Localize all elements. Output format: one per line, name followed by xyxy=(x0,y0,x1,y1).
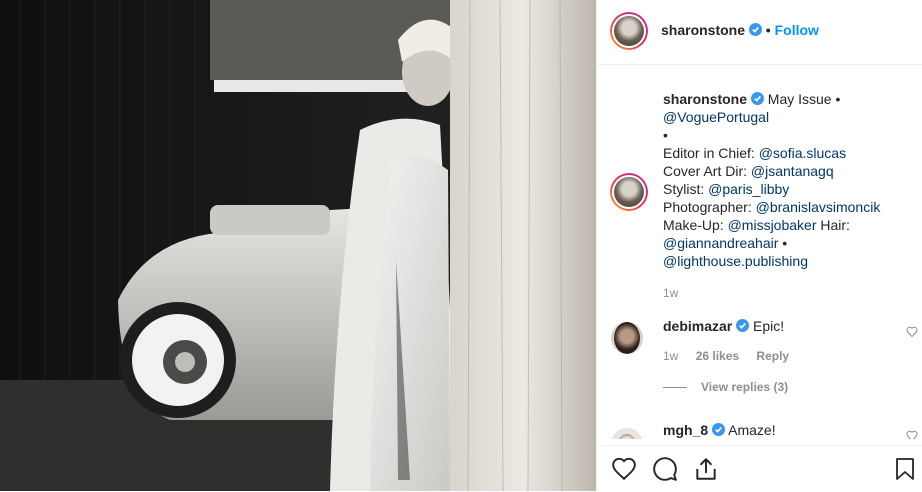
caption-text: • xyxy=(663,127,668,143)
caption-text: Cover Art Dir: xyxy=(663,163,751,179)
view-replies[interactable]: View replies (3) xyxy=(663,380,788,394)
header-text: sharonstone • Follow xyxy=(661,22,819,38)
follow-separator: • xyxy=(765,22,771,38)
caption-text: Make-Up: xyxy=(663,217,728,233)
comment-icon[interactable] xyxy=(652,456,678,482)
comment-avatar[interactable] xyxy=(611,322,643,354)
photo-illustration xyxy=(0,0,596,491)
comment-avatar[interactable] xyxy=(611,428,643,439)
caption-text: May Issue • xyxy=(767,91,841,107)
comment: mgh_8 Amaze! xyxy=(663,421,776,439)
view-replies-label[interactable]: View replies (3) xyxy=(701,380,788,394)
comment-like-icon[interactable] xyxy=(906,326,918,338)
comment-likes[interactable]: 26 likes xyxy=(696,349,739,363)
comment-text: Epic! xyxy=(753,318,785,334)
author-avatar[interactable] xyxy=(610,12,648,50)
caption-mention[interactable]: @lighthouse.publishing xyxy=(663,253,808,269)
comment: debimazar Epic! 1w 26 likes Reply xyxy=(663,317,893,365)
caption-mention[interactable]: @missjobaker xyxy=(728,217,817,233)
comment-text: Amaze! xyxy=(728,422,776,438)
caption-text: Photographer: xyxy=(663,199,756,215)
post-photo[interactable] xyxy=(0,0,596,491)
caption-mention[interactable]: @branislavsimoncik xyxy=(756,199,881,215)
verified-icon xyxy=(750,92,764,105)
caption-time[interactable]: 1w xyxy=(663,284,913,302)
caption-text: Stylist: xyxy=(663,181,709,197)
caption-mention[interactable]: @VoguePortugal xyxy=(663,109,769,125)
caption-text: Hair: xyxy=(816,217,850,233)
heart-icon[interactable] xyxy=(611,456,637,482)
share-icon[interactable] xyxy=(693,456,719,482)
reply-button[interactable]: Reply xyxy=(756,349,789,363)
comment-meta: 1w 26 likes Reply xyxy=(663,347,893,365)
caption-text: • xyxy=(778,235,788,251)
comment-username[interactable]: debimazar xyxy=(663,318,732,334)
post-header: sharonstone • Follow xyxy=(597,0,922,65)
caption-mention[interactable]: @jsantanagq xyxy=(751,163,834,179)
caption-username[interactable]: sharonstone xyxy=(663,91,747,107)
comments-list[interactable]: sharonstone May Issue • @VoguePortugal •… xyxy=(597,64,922,439)
caption-mention[interactable]: @sofia.slucas xyxy=(759,145,846,161)
comment-username[interactable]: mgh_8 xyxy=(663,422,708,438)
comment-like-icon[interactable] xyxy=(906,430,918,439)
post-sidebar: sharonstone • Follow sharonstone May Iss… xyxy=(596,0,922,491)
verified-icon xyxy=(748,23,762,36)
caption-mention[interactable]: @giannandreahair xyxy=(663,235,778,251)
caption-avatar[interactable] xyxy=(610,173,648,211)
follow-button[interactable]: Follow xyxy=(775,22,819,38)
bookmark-icon[interactable] xyxy=(893,456,917,482)
verified-icon xyxy=(736,319,750,332)
comment-time[interactable]: 1w xyxy=(663,349,678,363)
caption-mention[interactable]: @paris_libby xyxy=(708,181,789,197)
caption-text: Editor in Chief: xyxy=(663,145,759,161)
action-bar xyxy=(597,445,922,492)
post-caption: sharonstone May Issue • @VoguePortugal •… xyxy=(663,90,913,302)
verified-icon xyxy=(712,423,726,436)
author-username[interactable]: sharonstone xyxy=(661,22,745,38)
